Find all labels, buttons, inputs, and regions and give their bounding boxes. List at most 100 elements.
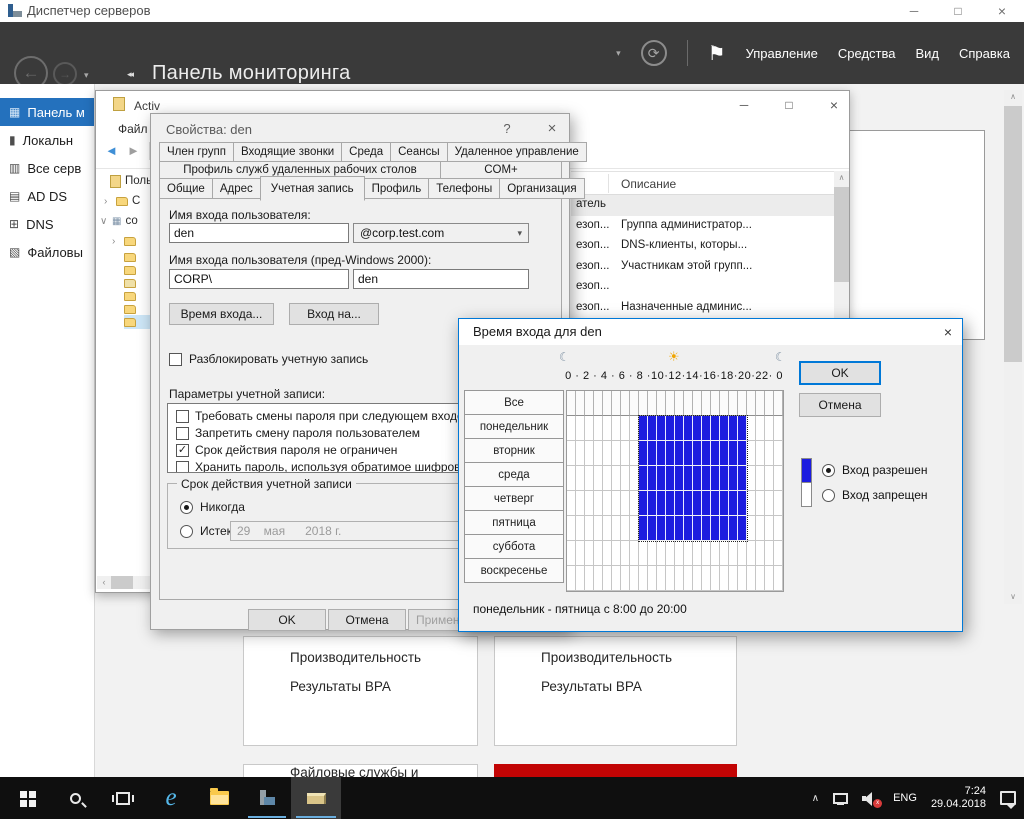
internet-explorer-button[interactable]: e <box>147 777 195 819</box>
hour-cell-r0c14[interactable] <box>693 391 702 416</box>
hour-cell-r7c5[interactable] <box>612 566 621 591</box>
scope-caret-icon[interactable]: ▾ <box>616 48 621 59</box>
hour-cell-r7c4[interactable] <box>603 566 612 591</box>
maximize-icon[interactable]: □ <box>936 0 980 22</box>
language-indicator[interactable]: ENG <box>893 792 917 804</box>
ok-button[interactable]: OK <box>799 361 881 385</box>
hour-cell-r4c21[interactable] <box>756 491 765 516</box>
hour-cell-r0c3[interactable] <box>594 391 603 416</box>
hour-cell-r5c1[interactable] <box>576 516 585 541</box>
menu-tools[interactable]: Средства <box>838 46 896 61</box>
file-explorer-button[interactable] <box>195 777 243 819</box>
radio-icon[interactable] <box>822 464 835 477</box>
performance-link[interactable]: Производительность <box>495 643 736 672</box>
hour-cell-r5c23[interactable] <box>774 516 783 541</box>
radio-icon[interactable] <box>180 501 193 514</box>
hour-cell-r0c12[interactable] <box>675 391 684 416</box>
hour-cell-r1c5[interactable] <box>612 416 621 441</box>
hour-cell-r5c20[interactable] <box>747 516 756 541</box>
hour-cell-r7c1[interactable] <box>576 566 585 591</box>
hour-cell-r0c6[interactable] <box>621 391 630 416</box>
logon-denied-radio[interactable]: Вход запрещен <box>822 488 928 502</box>
hour-cell-r1c1[interactable] <box>576 416 585 441</box>
hour-cell-r7c8[interactable] <box>639 566 648 591</box>
hour-cell-r3c6[interactable] <box>621 466 630 491</box>
close-icon[interactable]: × <box>937 322 959 342</box>
day-button-5[interactable]: пятница <box>464 510 564 535</box>
hour-cell-r7c22[interactable] <box>765 566 774 591</box>
hour-cell-r1c4[interactable] <box>603 416 612 441</box>
logon-permitted-radio[interactable]: Вход разрешен <box>822 463 927 477</box>
tab-member-of[interactable]: Член групп <box>159 142 234 162</box>
tab-sessions[interactable]: Сеансы <box>390 142 447 162</box>
hour-cell-r0c11[interactable] <box>666 391 675 416</box>
list-row[interactable]: атель <box>571 195 834 216</box>
show-hidden-icons-chevron[interactable]: ∧ <box>812 793 819 804</box>
hour-cell-r7c20[interactable] <box>747 566 756 591</box>
hour-cell-r2c0[interactable] <box>567 441 576 466</box>
hour-cell-r7c21[interactable] <box>756 566 765 591</box>
hour-cell-r7c17[interactable] <box>720 566 729 591</box>
hour-cell-r2c2[interactable] <box>585 441 594 466</box>
hour-cell-r5c4[interactable] <box>603 516 612 541</box>
hour-cell-r0c17[interactable] <box>720 391 729 416</box>
hour-cell-r2c4[interactable] <box>603 441 612 466</box>
sidebar-item-dns[interactable]: ⊞DNS <box>0 210 94 238</box>
tab-dial-in[interactable]: Входящие звонки <box>233 142 342 162</box>
sidebar-item-dashboard[interactable]: ▦Панель м <box>0 98 94 126</box>
hour-cell-r3c23[interactable] <box>774 466 783 491</box>
day-button-1[interactable]: понедельник <box>464 414 564 439</box>
task-view-button[interactable] <box>99 777 147 819</box>
hour-cell-r6c3[interactable] <box>594 541 603 566</box>
hour-cell-r5c0[interactable] <box>567 516 576 541</box>
option-must-change-password[interactable]: Требовать смены пароля при следующем вхо… <box>176 409 473 423</box>
sidebar-item-all-servers[interactable]: ▥Все серв <box>0 154 94 182</box>
tab-organization[interactable]: Организация <box>499 178 584 199</box>
hour-cell-r6c16[interactable] <box>711 541 720 566</box>
hour-cell-r4c1[interactable] <box>576 491 585 516</box>
checkbox-icon[interactable]: ✓ <box>176 444 189 457</box>
hour-cell-r7c19[interactable] <box>738 566 747 591</box>
radio-icon[interactable] <box>822 489 835 502</box>
file-services-tile-title[interactable]: Файловые службы и <box>244 765 477 777</box>
hour-cell-r4c2[interactable] <box>585 491 594 516</box>
tab-telephones[interactable]: Телефоны <box>428 178 500 199</box>
menu-manage[interactable]: Управление <box>746 46 818 61</box>
navigate-forward-icon[interactable]: ► <box>127 143 140 158</box>
legacy-name-input[interactable]: den <box>353 269 529 289</box>
hour-cell-r0c20[interactable] <box>747 391 756 416</box>
tab-remote-control[interactable]: Удаленное управление <box>447 142 587 162</box>
hour-cell-r7c11[interactable] <box>666 566 675 591</box>
hour-cell-r5c22[interactable] <box>765 516 774 541</box>
hour-cell-r2c23[interactable] <box>774 441 783 466</box>
hour-cell-r3c2[interactable] <box>585 466 594 491</box>
forward-button[interactable]: → <box>53 62 77 86</box>
hour-cell-r5c3[interactable] <box>594 516 603 541</box>
tree-ou-selected[interactable] <box>124 315 151 329</box>
unlock-account-checkbox[interactable]: Разблокировать учетную запись <box>169 352 368 366</box>
legacy-domain-input[interactable]: CORP\ <box>169 269 349 289</box>
scroll-up-icon[interactable]: ∧ <box>1004 90 1022 104</box>
option-cannot-change-password[interactable]: Запретить смену пароля пользователем <box>176 426 420 440</box>
aduc-task-button[interactable] <box>291 777 341 819</box>
hour-cell-r4c5[interactable] <box>612 491 621 516</box>
sidebar-item-file-services[interactable]: ▧Файловы <box>0 238 94 266</box>
hour-cell-r4c0[interactable] <box>567 491 576 516</box>
hour-cell-r7c16[interactable] <box>711 566 720 591</box>
upn-suffix-dropdown[interactable]: @corp.test.com ▾ <box>353 223 529 243</box>
hour-cell-r6c9[interactable] <box>648 541 657 566</box>
hour-cell-r0c15[interactable] <box>702 391 711 416</box>
hour-cell-r5c5[interactable] <box>612 516 621 541</box>
expiry-never-radio[interactable]: Никогда <box>180 500 245 514</box>
tab-account[interactable]: Учетная запись <box>260 176 365 201</box>
scroll-left-icon[interactable]: ‹ <box>97 576 111 589</box>
sidebar-item-local-server[interactable]: ▮Локальн <box>0 126 94 154</box>
server-manager-task-button[interactable] <box>243 777 291 819</box>
hour-cell-r6c18[interactable] <box>729 541 738 566</box>
search-button[interactable] <box>51 777 99 819</box>
menu-help[interactable]: Справка <box>959 46 1010 61</box>
hour-cell-r6c2[interactable] <box>585 541 594 566</box>
collapse-chevrons-icon[interactable]: ◂◂ <box>127 69 132 80</box>
hour-cell-r7c6[interactable] <box>621 566 630 591</box>
expiry-date-field[interactable]: 29 мая 2018 г. <box>230 521 480 541</box>
